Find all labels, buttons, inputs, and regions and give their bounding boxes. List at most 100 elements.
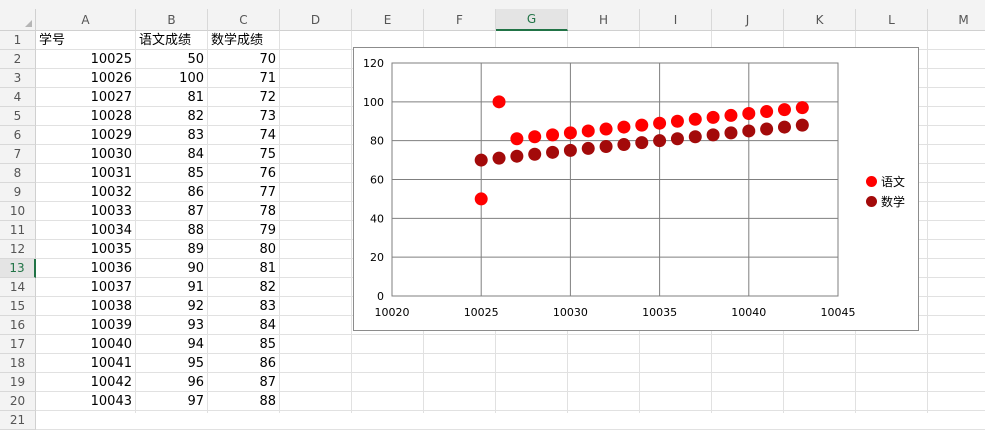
legend-item-series-2[interactable]: 数学 bbox=[866, 191, 905, 211]
column-header-i[interactable]: I bbox=[640, 9, 712, 31]
data-cell[interactable]: 80 bbox=[208, 240, 279, 259]
data-cell[interactable]: 88 bbox=[136, 221, 207, 240]
data-cell[interactable]: 10037 bbox=[36, 278, 135, 297]
data-cell[interactable]: 10039 bbox=[36, 316, 135, 335]
data-cell[interactable]: 90 bbox=[136, 259, 207, 278]
data-cell[interactable]: 75 bbox=[208, 145, 279, 164]
data-cell[interactable]: 71 bbox=[208, 69, 279, 88]
row-header-18[interactable]: 18 bbox=[0, 354, 36, 373]
data-cell[interactable]: 89 bbox=[136, 240, 207, 259]
data-cell[interactable]: 78 bbox=[208, 202, 279, 221]
data-cell[interactable]: 91 bbox=[136, 278, 207, 297]
data-cell[interactable]: 10033 bbox=[36, 202, 135, 221]
data-cell[interactable]: 97 bbox=[136, 392, 207, 411]
data-cell[interactable]: 83 bbox=[136, 126, 207, 145]
column-header-b[interactable]: B bbox=[136, 9, 208, 31]
header-cell[interactable]: 数学成绩 bbox=[208, 31, 279, 50]
column-header-l[interactable]: L bbox=[856, 9, 928, 31]
row-header-6[interactable]: 6 bbox=[0, 126, 36, 145]
data-cell[interactable]: 73 bbox=[208, 107, 279, 126]
data-cell[interactable]: 72 bbox=[208, 88, 279, 107]
legend-item-series-1[interactable]: 语文 bbox=[866, 171, 905, 191]
data-cell[interactable]: 10036 bbox=[36, 259, 135, 278]
row-header-19[interactable]: 19 bbox=[0, 373, 36, 392]
data-cell[interactable]: 84 bbox=[208, 316, 279, 335]
data-cell[interactable]: 87 bbox=[208, 373, 279, 392]
row-header-5[interactable]: 5 bbox=[0, 107, 36, 126]
data-cell[interactable]: 93 bbox=[136, 316, 207, 335]
data-cell[interactable]: 82 bbox=[136, 107, 207, 126]
row-header-7[interactable]: 7 bbox=[0, 145, 36, 164]
data-cell[interactable]: 85 bbox=[136, 164, 207, 183]
data-cell[interactable]: 84 bbox=[136, 145, 207, 164]
data-cell[interactable]: 76 bbox=[208, 164, 279, 183]
row-header-8[interactable]: 8 bbox=[0, 164, 36, 183]
data-cell[interactable]: 10042 bbox=[36, 373, 135, 392]
data-cell[interactable]: 10025 bbox=[36, 50, 135, 69]
data-cell[interactable]: 50 bbox=[136, 50, 207, 69]
data-cell[interactable]: 10031 bbox=[36, 164, 135, 183]
data-cell[interactable]: 10038 bbox=[36, 297, 135, 316]
data-cell[interactable]: 10029 bbox=[36, 126, 135, 145]
row-header-3[interactable]: 3 bbox=[0, 69, 36, 88]
data-cell[interactable]: 70 bbox=[208, 50, 279, 69]
data-cell[interactable]: 10040 bbox=[36, 335, 135, 354]
select-all-corner[interactable] bbox=[0, 9, 36, 31]
row-header-11[interactable]: 11 bbox=[0, 221, 36, 240]
data-cell[interactable]: 87 bbox=[136, 202, 207, 221]
column-header-c[interactable]: C bbox=[208, 9, 280, 31]
column-header-h[interactable]: H bbox=[568, 9, 640, 31]
data-cell[interactable]: 10043 bbox=[36, 392, 135, 411]
row-header-9[interactable]: 9 bbox=[0, 183, 36, 202]
column-header-a[interactable]: A bbox=[36, 9, 136, 31]
column-header-g[interactable]: G bbox=[496, 9, 568, 31]
data-cell[interactable]: 86 bbox=[136, 183, 207, 202]
column-header-d[interactable]: D bbox=[280, 9, 352, 31]
data-cell[interactable]: 81 bbox=[136, 88, 207, 107]
row-header-15[interactable]: 15 bbox=[0, 297, 36, 316]
spreadsheet-grid[interactable]: ABCDEFGHIJKLM 1 2 3 4 5 6 7 8 9 10 11 12 13 14 15 16 17 1… bbox=[0, 0, 985, 430]
chart-legend[interactable]: 语文 数学 bbox=[866, 171, 905, 211]
row-header-1[interactable]: 1 bbox=[0, 31, 36, 50]
row-header-12[interactable]: 12 bbox=[0, 240, 36, 259]
data-cell[interactable]: 81 bbox=[208, 259, 279, 278]
column-header-f[interactable]: F bbox=[424, 9, 496, 31]
data-cell[interactable]: 92 bbox=[136, 297, 207, 316]
row-header-16[interactable]: 16 bbox=[0, 316, 36, 335]
row-header-21[interactable]: 21 bbox=[0, 411, 36, 430]
data-cell[interactable]: 94 bbox=[136, 335, 207, 354]
row-header-2[interactable]: 2 bbox=[0, 50, 36, 69]
row-header-17[interactable]: 17 bbox=[0, 335, 36, 354]
column-header-k[interactable]: K bbox=[784, 9, 856, 31]
scatter-chart[interactable]: 0 20 40 60 80 100 120 10020 10025 10030 10035 10040… bbox=[353, 47, 919, 331]
row-header-4[interactable]: 4 bbox=[0, 88, 36, 107]
data-cell[interactable]: 10041 bbox=[36, 354, 135, 373]
data-cell[interactable]: 10030 bbox=[36, 145, 135, 164]
data-cell[interactable]: 74 bbox=[208, 126, 279, 145]
data-cell[interactable]: 88 bbox=[208, 392, 279, 411]
data-cell[interactable]: 100 bbox=[136, 69, 207, 88]
data-cell[interactable]: 85 bbox=[208, 335, 279, 354]
data-cell[interactable]: 10027 bbox=[36, 88, 135, 107]
header-cell[interactable]: 学号 bbox=[36, 31, 135, 50]
data-cell[interactable]: 10028 bbox=[36, 107, 135, 126]
data-cell[interactable]: 10035 bbox=[36, 240, 135, 259]
row-header-14[interactable]: 14 bbox=[0, 278, 36, 297]
data-cell[interactable]: 79 bbox=[208, 221, 279, 240]
data-cell[interactable]: 10032 bbox=[36, 183, 135, 202]
data-cell[interactable]: 10034 bbox=[36, 221, 135, 240]
column-header-j[interactable]: J bbox=[712, 9, 784, 31]
data-cell[interactable]: 77 bbox=[208, 183, 279, 202]
data-cell[interactable]: 86 bbox=[208, 354, 279, 373]
column-header-e[interactable]: E bbox=[352, 9, 424, 31]
header-cell[interactable]: 语文成绩 bbox=[136, 31, 207, 50]
row-header-13[interactable]: 13 bbox=[0, 259, 36, 278]
row-header-20[interactable]: 20 bbox=[0, 392, 36, 411]
data-cell[interactable]: 95 bbox=[136, 354, 207, 373]
data-cell[interactable]: 83 bbox=[208, 297, 279, 316]
data-cell[interactable]: 96 bbox=[136, 373, 207, 392]
data-cell[interactable]: 82 bbox=[208, 278, 279, 297]
data-cell[interactable]: 10026 bbox=[36, 69, 135, 88]
row-header-10[interactable]: 10 bbox=[0, 202, 36, 221]
column-header-m[interactable]: M bbox=[928, 9, 985, 31]
